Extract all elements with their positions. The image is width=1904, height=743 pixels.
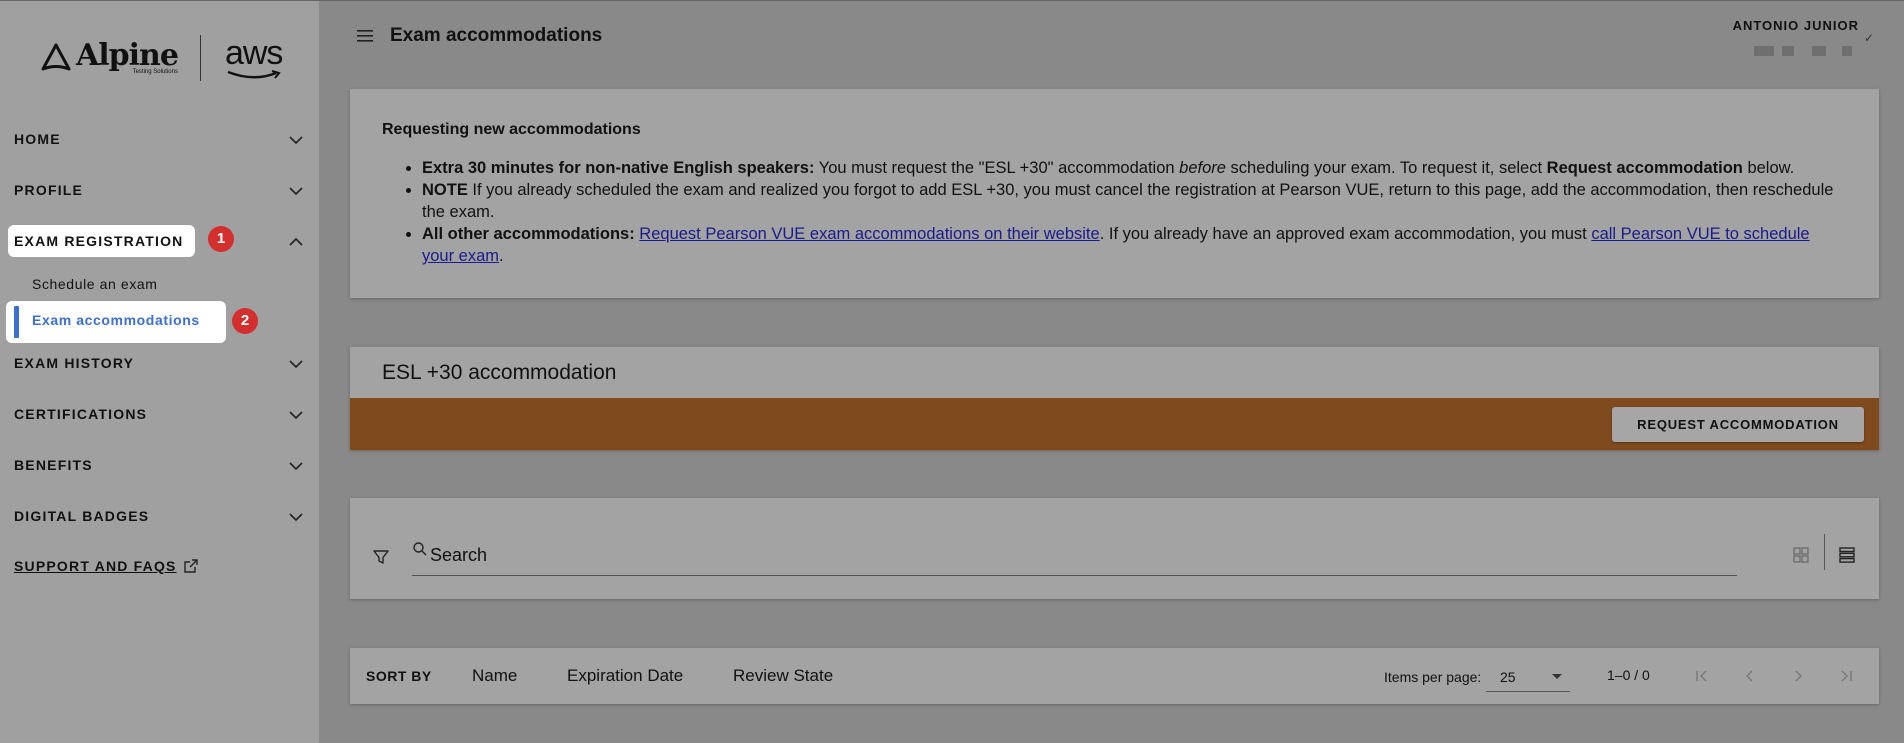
step-badge-2: 2 <box>232 308 258 334</box>
view-toggle-divider <box>1824 534 1825 570</box>
chevron-down-icon <box>289 360 303 369</box>
page-title: Exam accommodations <box>390 25 603 46</box>
info-list: Extra 30 minutes for non-native English … <box>422 157 1839 267</box>
nav-exam-registration-label: EXAM REGISTRATION <box>8 225 196 257</box>
hamburger-menu-icon[interactable] <box>357 29 373 43</box>
logo-divider <box>199 35 201 81</box>
search-card <box>350 498 1879 599</box>
search-input[interactable] <box>412 536 1737 576</box>
info-text-bold: Request accommodation <box>1546 159 1743 177</box>
sub-item-schedule-exam[interactable]: Schedule an exam <box>32 276 158 292</box>
user-name[interactable]: ANTONIO JUNIOR <box>1733 18 1859 33</box>
step-badge-1: 1 <box>208 226 234 252</box>
aws-smile-icon <box>227 70 281 79</box>
esl-card-title: ESL +30 accommodation <box>382 361 617 384</box>
info-text: You must request the "ESL +30" accommoda… <box>814 159 1180 177</box>
nav-benefits[interactable]: BENEFITS <box>0 447 319 483</box>
chevron-down-icon <box>289 513 303 522</box>
info-bullet-esl-heading: Extra 30 minutes for non-native English … <box>422 159 815 177</box>
next-page-icon[interactable] <box>1789 667 1807 685</box>
items-per-page-select[interactable]: 25 <box>1486 658 1570 692</box>
pagination-range: 1–0 / 0 <box>1607 667 1650 683</box>
items-per-page-label: Items per page: <box>1384 669 1482 685</box>
nav-digital-badges[interactable]: DIGITAL BADGES <box>0 498 319 534</box>
info-text: . <box>499 247 504 265</box>
external-link-icon <box>184 559 198 573</box>
alpine-mountain-icon <box>41 43 71 71</box>
accommodations-info-card: Requesting new accommodations Extra 30 m… <box>350 89 1879 298</box>
user-info-redacted <box>1754 45 1864 57</box>
pearson-accommodations-link[interactable]: Request Pearson VUE exam accommodations … <box>639 225 1099 243</box>
nav-home[interactable]: HOME <box>0 121 319 157</box>
info-text: . If you already have an approved exam a… <box>1099 225 1592 243</box>
info-bullet-esl: Extra 30 minutes for non-native English … <box>422 157 1839 179</box>
sort-pagination-card: SORT BY Name Expiration Date Review Stat… <box>350 648 1879 704</box>
info-title: Requesting new accommodations <box>382 121 641 138</box>
sort-option-expiration-date[interactable]: Expiration Date <box>567 666 683 686</box>
caret-down-icon <box>1552 674 1562 679</box>
sort-by-label: SORT BY <box>366 668 432 684</box>
nav-digital-badges-label: DIGITAL BADGES <box>14 508 150 524</box>
nav-certifications-label: CERTIFICATIONS <box>14 406 148 422</box>
nav-benefits-label: BENEFITS <box>14 457 93 473</box>
nav-exam-history[interactable]: EXAM HISTORY <box>0 345 319 381</box>
sort-option-review-state[interactable]: Review State <box>733 666 833 686</box>
chevron-down-icon <box>289 136 303 145</box>
nav-certifications[interactable]: CERTIFICATIONS <box>0 396 319 432</box>
list-view-icon[interactable] <box>1838 546 1856 564</box>
nav-profile-label: PROFILE <box>14 182 84 198</box>
info-bullet-note: NOTE If you already scheduled the exam a… <box>422 179 1839 223</box>
aws-logo: aws <box>224 34 283 80</box>
info-bullet-other: All other accommodations: Request Pearso… <box>422 223 1839 267</box>
last-page-icon[interactable] <box>1837 667 1855 685</box>
chevron-up-icon <box>289 237 303 246</box>
alpine-logo: Alpine Testing Solutions <box>40 38 179 75</box>
chevron-down-icon <box>289 462 303 471</box>
grid-view-icon[interactable] <box>1792 546 1810 564</box>
sort-option-name[interactable]: Name <box>472 666 517 686</box>
chevron-down-icon <box>289 187 303 196</box>
first-page-icon[interactable] <box>1693 667 1711 685</box>
support-faqs-link[interactable]: SUPPORT AND FAQS <box>14 558 177 574</box>
sidebar: Alpine Testing Solutions aws HOME PROFIL… <box>0 0 319 743</box>
active-indicator-bar <box>14 306 19 338</box>
esl-action-bar: REQUEST ACCOMMODATION <box>350 398 1879 450</box>
request-accommodation-button[interactable]: REQUEST ACCOMMODATION <box>1612 407 1864 442</box>
info-text: scheduling your exam. To request it, sel… <box>1225 159 1547 177</box>
sub-item-exam-accommodations[interactable]: Exam accommodations <box>32 312 200 328</box>
search-icon <box>413 542 427 556</box>
chevron-down-icon <box>289 411 303 420</box>
alpine-logo-text: Alpine <box>76 38 179 73</box>
info-text: If you already scheduled the exam and re… <box>422 181 1834 221</box>
items-per-page-value: 25 <box>1500 669 1516 685</box>
nav-profile[interactable]: PROFILE <box>0 172 319 208</box>
nav-exam-registration[interactable]: EXAM REGISTRATION <box>0 221 319 257</box>
info-bullet-other-heading: All other accommodations: <box>422 225 635 243</box>
previous-page-icon[interactable] <box>1741 667 1759 685</box>
aws-logo-text: aws <box>224 34 283 72</box>
info-bullet-note-heading: NOTE <box>422 181 468 199</box>
nav-home-label: HOME <box>14 131 61 147</box>
filter-icon[interactable] <box>372 548 390 566</box>
info-text: below. <box>1742 159 1795 177</box>
check-icon: ✓ <box>1863 31 1874 45</box>
logos: Alpine Testing Solutions aws <box>40 33 283 83</box>
esl-accommodation-card: ESL +30 accommodation REQUEST ACCOMMODAT… <box>350 347 1879 450</box>
info-text-italic: before <box>1179 159 1226 177</box>
nav-exam-history-label: EXAM HISTORY <box>14 355 135 371</box>
